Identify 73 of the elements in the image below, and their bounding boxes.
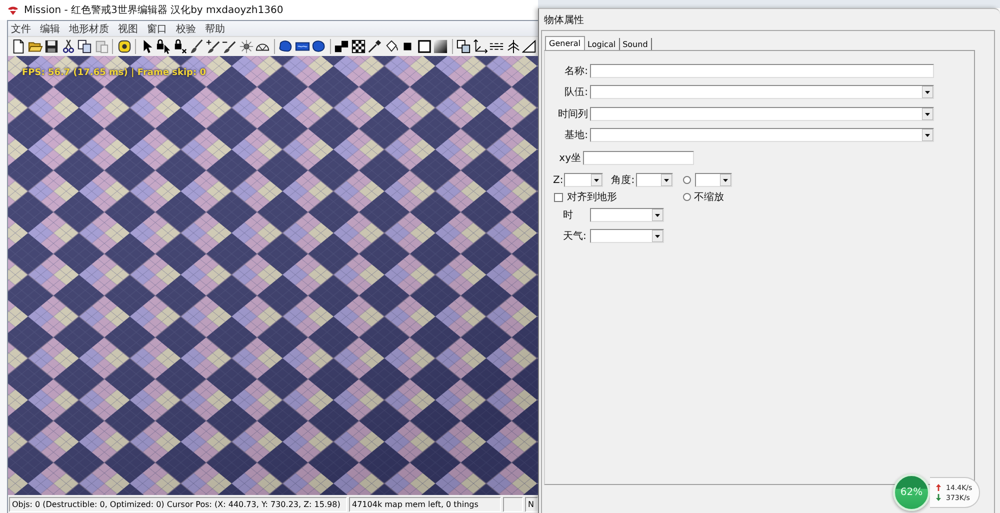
menu-item[interactable]: 帮助	[205, 22, 225, 36]
radio-label: 不缩放	[694, 190, 724, 204]
tab[interactable]: Sound	[620, 38, 652, 50]
checkbox[interactable]	[554, 192, 563, 202]
two-squares-icon[interactable]	[334, 39, 349, 54]
dot-tile-icon[interactable]	[116, 39, 132, 54]
field-label: 队伍:	[564, 86, 589, 100]
brush-plus-icon[interactable]	[206, 39, 220, 54]
dropdown-field[interactable]	[590, 85, 934, 100]
dropdown-field[interactable]	[590, 128, 934, 142]
triangle-icon[interactable]	[522, 39, 537, 54]
brush-minus-icon[interactable]	[222, 39, 237, 54]
tab[interactable]: General	[545, 36, 585, 50]
status-text: N	[525, 497, 538, 512]
menu-item[interactable]: 校验	[176, 22, 196, 36]
up-arrow-icon	[936, 484, 941, 491]
cut-icon[interactable]	[60, 39, 76, 54]
copy-icon[interactable]	[77, 39, 92, 54]
starburst-icon[interactable]	[238, 39, 254, 54]
field-label: 名称:	[564, 64, 589, 78]
field-label: 角度:	[611, 174, 635, 187]
caret-icon[interactable]	[660, 174, 672, 186]
dropdown-field[interactable]	[695, 173, 732, 187]
lock-cross-icon[interactable]	[172, 39, 188, 54]
status-text: Objs: 0 (Destructible: 0, Optimized: 0) Cursor Pos: (X: 440.73, Y: 730.23, Z: 15.98)	[9, 497, 347, 512]
checkerboard-icon[interactable]	[350, 39, 366, 54]
caret-icon[interactable]	[591, 174, 602, 186]
blob-icon[interactable]	[311, 39, 326, 54]
fill-bucket-icon[interactable]	[384, 39, 398, 54]
tab[interactable]: Logical	[584, 38, 620, 50]
dropdown-field[interactable]	[636, 173, 673, 187]
menu-item[interactable]: 编辑	[40, 22, 60, 36]
new-document-icon[interactable]	[11, 39, 26, 54]
field-label: 基地:	[564, 128, 589, 142]
dropdown-field[interactable]	[590, 228, 664, 242]
caret-icon[interactable]	[922, 108, 933, 120]
window-title: Mission - 红色警戒3世界编辑器 汉化by mxdaoyzh1360	[24, 4, 284, 17]
caret-icon[interactable]	[652, 208, 663, 220]
menu-item[interactable]: 文件	[11, 22, 31, 36]
axes-icon[interactable]	[472, 39, 488, 54]
field-label: 时	[562, 208, 574, 222]
radio-button[interactable]	[683, 176, 691, 184]
eyedropper-icon[interactable]	[367, 39, 382, 54]
menu-item[interactable]: 窗口	[147, 22, 167, 36]
dropdown-field[interactable]	[590, 106, 934, 121]
dialog-title: 物体属性	[544, 14, 584, 26]
field-label: 时间列	[557, 108, 589, 121]
checkbox-label: 对齐到地形	[567, 190, 617, 204]
blob-icon[interactable]	[278, 39, 293, 54]
status-text: 47104k map mem left, 0 things	[349, 497, 501, 512]
logo-icon	[7, 6, 19, 14]
gradient-icon[interactable]	[433, 39, 448, 54]
menu-item[interactable]: 视图	[118, 22, 138, 36]
dropdown-field[interactable]	[564, 173, 604, 187]
tree-icon[interactable]	[506, 39, 520, 54]
hollow-square-icon[interactable]	[416, 39, 432, 54]
field-label: xy坐	[558, 152, 582, 165]
text-input-field[interactable]	[590, 64, 934, 78]
caret-icon[interactable]	[652, 230, 663, 242]
field-label: 天气:	[562, 230, 588, 242]
field-label: Z:	[553, 174, 564, 186]
radio-button[interactable]	[683, 193, 691, 201]
caret-icon[interactable]	[922, 129, 933, 142]
lock-pointer-icon[interactable]	[156, 39, 171, 54]
dropdown-field[interactable]	[590, 208, 664, 222]
brush-icon[interactable]	[189, 39, 204, 54]
caret-icon[interactable]	[922, 86, 933, 98]
save-icon[interactable]	[44, 39, 59, 54]
menu-item[interactable]: 地形材质	[69, 22, 109, 36]
caret-icon[interactable]	[720, 174, 731, 186]
overlapping-squares-icon[interactable]	[456, 39, 471, 54]
down-arrow-icon	[936, 494, 941, 501]
text-input-field[interactable]	[583, 151, 694, 165]
